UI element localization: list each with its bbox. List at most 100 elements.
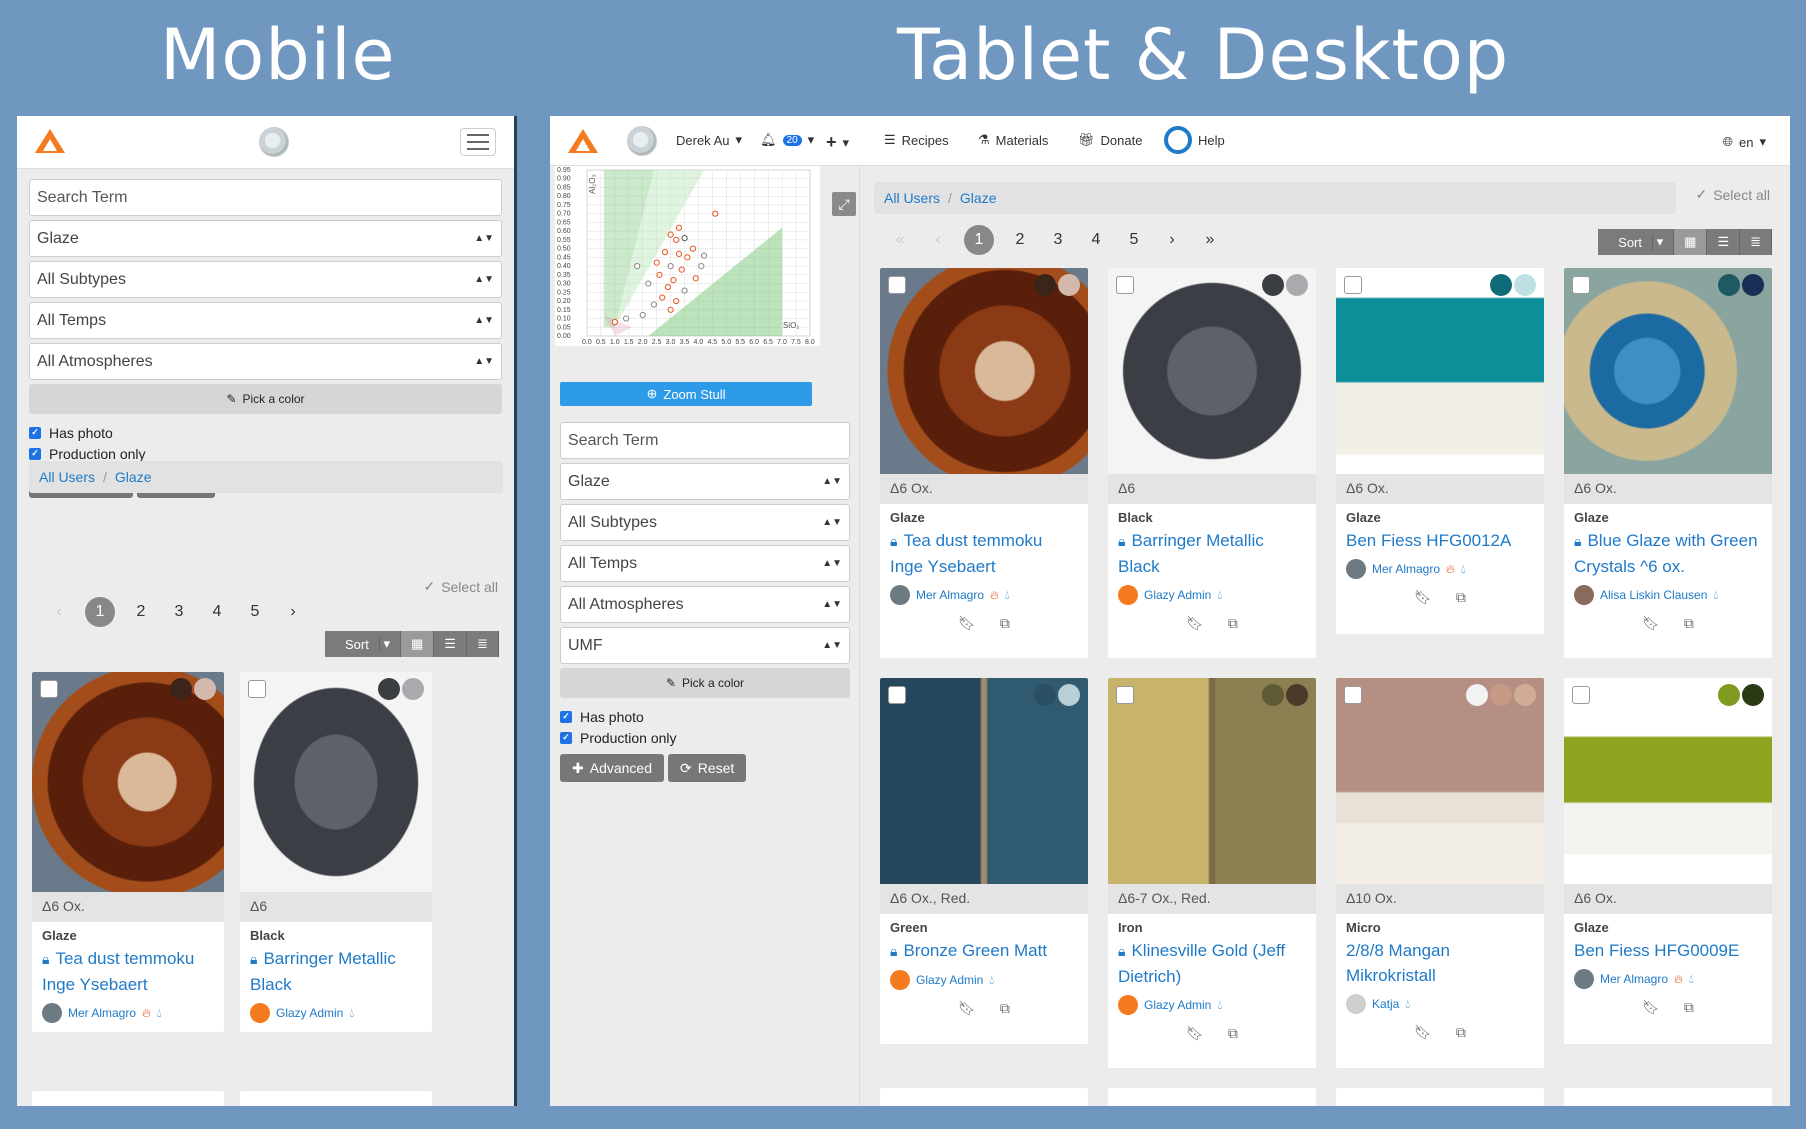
recipe-point[interactable] <box>611 318 618 326</box>
user-avatar[interactable] <box>627 126 657 156</box>
has-photo-checkbox[interactable]: ✓ Has photo <box>560 706 850 727</box>
recipe-point[interactable] <box>698 263 705 270</box>
recipe-name-link[interactable]: 🔒︎ Tea dust temmoku Inge Ysebaert <box>42 946 214 997</box>
recipe-card[interactable]: Δ6 Ox., Red. Green 🔒︎ Bronze Green Matt G… <box>880 678 1088 1044</box>
recipe-photo[interactable] <box>1336 678 1544 884</box>
recipe-point[interactable] <box>650 301 658 308</box>
recipe-photo[interactable] <box>1336 268 1544 474</box>
recipe-point[interactable] <box>692 275 699 282</box>
pager-page-2[interactable]: 2 <box>129 603 153 621</box>
recipe-card[interactable]: Δ6 Ox. Glaze Ben Fiess HFG0012A Mer Alma… <box>1336 268 1544 634</box>
color-swatch[interactable] <box>1058 274 1080 296</box>
temps-select[interactable]: All Temps ▲▼ <box>560 545 850 582</box>
select-checkbox[interactable] <box>888 276 906 294</box>
recipe-photo[interactable] <box>1564 268 1772 474</box>
grid-view-icon[interactable]: ▦ <box>1674 229 1708 255</box>
recipe-photo[interactable] <box>240 672 432 892</box>
recipe-point[interactable] <box>659 294 666 301</box>
pager-page-1[interactable]: 1 <box>85 597 115 627</box>
color-swatch[interactable] <box>1514 684 1536 706</box>
recipe-point[interactable] <box>673 297 680 305</box>
recipe-user[interactable]: Glazy Admin 💧︎ <box>890 970 1078 990</box>
pager-next[interactable]: › <box>1160 231 1184 249</box>
select-checkbox[interactable] <box>1344 686 1362 704</box>
recipe-user[interactable]: Glazy Admin 💧︎ <box>1118 995 1306 1015</box>
recipe-card-peek[interactable] <box>1108 1088 1316 1106</box>
select-checkbox[interactable] <box>1572 686 1590 704</box>
recipe-card-peek[interactable] <box>1564 1088 1772 1106</box>
breadcrumb-glaze[interactable]: Glaze <box>115 469 152 485</box>
recipe-point[interactable] <box>675 224 683 231</box>
color-swatch[interactable] <box>402 678 424 700</box>
copy-icon[interactable]: ⧉ <box>1000 615 1010 632</box>
copy-icon[interactable]: ⧉ <box>1000 1000 1010 1017</box>
glazy-logo-icon[interactable] <box>33 127 67 155</box>
zoom-stull-button[interactable]: ⊕ Zoom Stull <box>560 382 812 406</box>
has-photo-checkbox[interactable]: ✓ Has photo <box>29 422 502 443</box>
search-input[interactable]: Search Term <box>29 179 502 216</box>
copy-icon[interactable]: ⧉ <box>1456 589 1466 606</box>
color-swatch[interactable] <box>378 678 400 700</box>
select-all-button[interactable]: ✓ Select all <box>1695 186 1770 203</box>
search-input[interactable]: Search Term <box>560 422 850 459</box>
pager-prev[interactable]: ‹ <box>926 231 950 249</box>
color-swatch[interactable] <box>1262 684 1284 706</box>
color-swatch[interactable] <box>1058 684 1080 706</box>
breadcrumb-all-users[interactable]: All Users <box>884 190 940 206</box>
recipe-card[interactable]: Δ6 Ox. Glaze 🔒︎ Blue Glaze with Green Cry… <box>1564 268 1772 658</box>
pager-page-3[interactable]: 3 <box>1046 231 1070 249</box>
recipe-name-link[interactable]: 🔒︎ Bronze Green Matt <box>890 938 1078 964</box>
grid-view-icon[interactable]: ▦ <box>400 631 435 657</box>
pager-first[interactable]: « <box>888 231 912 249</box>
color-swatch[interactable] <box>1490 274 1512 296</box>
pager-page-5[interactable]: 5 <box>243 603 267 621</box>
recipe-point[interactable] <box>681 287 688 294</box>
umf-select[interactable]: UMF ▲▼ <box>560 627 850 664</box>
recipe-card-peek[interactable] <box>1336 1088 1544 1106</box>
sort-dropdown[interactable]: Sort ▾ <box>325 631 401 657</box>
recipe-user[interactable]: Glazy Admin 💧︎ <box>250 1003 422 1023</box>
atmospheres-select[interactable]: All Atmospheres ▲▼ <box>29 343 502 380</box>
breadcrumb-glaze[interactable]: Glaze <box>960 190 997 206</box>
language-menu[interactable]: 🌐︎ en ▾ <box>1723 134 1766 150</box>
production-only-checkbox[interactable]: ✓ Production only <box>560 727 850 748</box>
recipe-point[interactable] <box>656 271 663 278</box>
copy-icon[interactable]: ⧉ <box>1684 615 1694 632</box>
recipe-name-link[interactable]: 🔒︎ Blue Glaze with Green Crystals ^6 ox. <box>1574 528 1762 579</box>
pager-page-5[interactable]: 5 <box>1122 231 1146 249</box>
recipe-card-peek[interactable] <box>32 1091 224 1106</box>
expand-chart-icon[interactable]: ⤢ <box>832 192 856 216</box>
menu-toggle-button[interactable] <box>460 128 496 156</box>
select-all-button[interactable]: ✓ Select all <box>423 578 498 595</box>
stull-chart[interactable]: 0.0 0.5 1.0 1.5 2.0 2.5 3.0 3.5 4.0 4.5 5.0 5.5 6.0 6… <box>555 166 820 346</box>
recipe-user[interactable]: Glazy Admin 💧︎ <box>1118 585 1306 605</box>
select-checkbox[interactable] <box>40 680 58 698</box>
color-swatch[interactable] <box>1742 274 1764 296</box>
recipe-photo[interactable] <box>1108 268 1316 474</box>
recipe-point[interactable] <box>639 311 646 319</box>
recipe-point[interactable] <box>667 263 674 270</box>
color-swatch[interactable] <box>1718 684 1740 706</box>
bookmark-icon[interactable]: 🔖︎ <box>1186 615 1204 632</box>
table-view-icon[interactable]: ≣ <box>1740 229 1772 255</box>
color-swatch[interactable] <box>1514 274 1536 296</box>
pager-next[interactable]: › <box>281 603 305 621</box>
recipe-card[interactable]: Δ6 Black 🔒︎ Barringer Metallic Black Glaz… <box>240 672 432 1032</box>
recipe-photo[interactable] <box>1108 678 1316 884</box>
recipe-card-peek[interactable] <box>880 1088 1088 1106</box>
color-swatch[interactable] <box>1262 274 1284 296</box>
select-checkbox[interactable] <box>1116 276 1134 294</box>
recipe-point[interactable] <box>678 266 685 273</box>
color-swatch[interactable] <box>1034 274 1056 296</box>
table-view-icon[interactable]: ≣ <box>466 631 499 657</box>
recipe-name-link[interactable]: Ben Fiess HFG0009E <box>1574 938 1762 963</box>
recipe-point[interactable] <box>667 306 674 313</box>
select-checkbox[interactable] <box>248 680 266 698</box>
glazy-logo-icon[interactable] <box>566 127 600 155</box>
recipe-user[interactable]: Mer Almagro 🔥︎ 💧︎ <box>1574 969 1762 989</box>
recipe-name-link[interactable]: Ben Fiess HFG0012A <box>1346 528 1534 553</box>
recipe-photo[interactable] <box>880 678 1088 884</box>
pager-page-3[interactable]: 3 <box>167 603 191 621</box>
recipe-card[interactable]: Δ10 Ox. Micro 2/8/8 Mangan Mikrokristall… <box>1336 678 1544 1068</box>
recipe-user[interactable]: Mer Almagro 🔥︎ 💧︎ <box>890 585 1078 605</box>
